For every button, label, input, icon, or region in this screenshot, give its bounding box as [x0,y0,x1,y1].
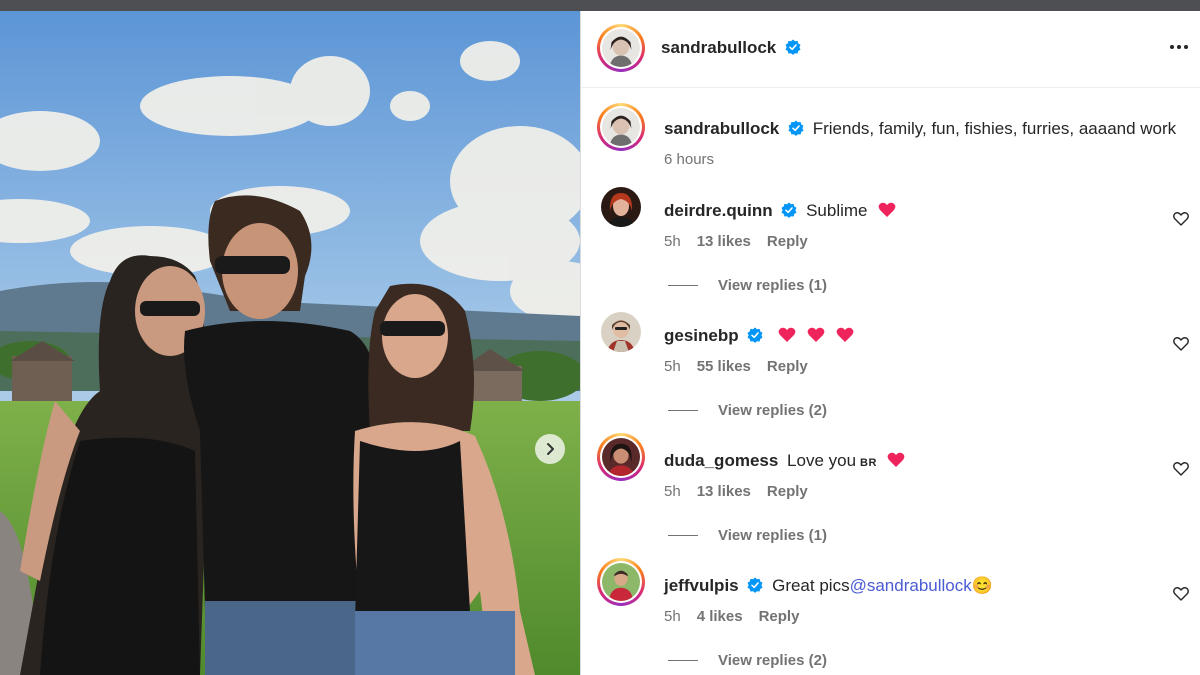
reply-button[interactable]: Reply [759,608,800,625]
replies-divider [668,285,698,286]
reply-button[interactable]: Reply [767,233,808,250]
post-photo-image [0,11,580,675]
comment-item: duda_gomess Love you BR 5h 13 likes Reply V… [581,433,1200,544]
comment-meta: 5h 4 likes Reply [664,608,815,625]
commenter-username[interactable]: jeffvulpis [664,576,739,595]
author-avatar[interactable] [597,24,645,72]
comment-line: gesinebp [664,326,854,346]
next-photo-button[interactable] [535,434,565,464]
verified-badge-icon [781,202,797,218]
commenter-username[interactable]: duda_gomess [664,451,778,470]
commenter-avatar[interactable] [597,433,645,481]
smile-emoji: 😊 [971,576,993,595]
heart-outline-icon[interactable] [1173,586,1189,602]
post-header-author: sandrabullock [661,38,801,58]
comment-time: 5h [664,233,681,250]
comment-meta: 5h 13 likes Reply [664,233,824,250]
view-replies-label: View replies (2) [718,652,827,669]
comment-time: 5h [664,608,681,625]
comments-panel: sandrabullock sandrabullock Friends, fam… [580,11,1200,675]
comment-time: 5h [664,358,681,375]
replies-divider [668,410,698,411]
commenter-username[interactable]: deirdre.quinn [664,201,773,220]
caption-username[interactable]: sandrabullock [664,119,779,138]
view-replies-button[interactable]: View replies (1) [668,277,827,294]
verified-badge-icon [747,577,763,593]
post-caption: sandrabullock Friends, family, fun, fish… [581,103,1200,168]
comment-text: Love you [787,451,857,470]
view-replies-label: View replies (1) [718,277,827,294]
comment-item: gesinebp 5h 55 likes Reply View replies (2… [581,312,1200,422]
view-replies-label: View replies (1) [718,527,827,544]
replies-divider [668,660,698,661]
replies-divider [668,535,698,536]
comment-likes[interactable]: 13 likes [697,483,751,500]
flag-emoji: BR [860,457,877,469]
heart-emoji-icon [878,202,896,217]
heart-emoji-icon [807,327,825,342]
caption-time: 6 hours [664,151,715,168]
view-replies-button[interactable]: View replies (1) [668,527,827,544]
caption-text: Friends, family, fun, fishies, furries, … [812,119,1177,138]
commenter-avatar[interactable] [601,312,641,352]
verified-badge-icon [747,327,763,343]
comment-item: jeffvulpis Great pics@sandrabullock😊 5h 4… [581,558,1200,669]
view-replies-button[interactable]: View replies (2) [668,402,827,419]
comment-likes[interactable]: 55 likes [697,358,751,375]
heart-outline-icon[interactable] [1173,461,1189,477]
post-header: sandrabullock [581,11,1200,88]
caption-line: sandrabullock Friends, family, fun, fish… [664,119,1176,139]
comment-line: deirdre.quinn Sublime [664,201,896,221]
commenter-avatar[interactable] [601,187,641,227]
more-options-icon[interactable] [1167,35,1191,59]
heart-emoji-icon [778,327,796,342]
comment-text: Sublime [806,201,868,220]
reply-button[interactable]: Reply [767,483,808,500]
heart-outline-icon[interactable] [1173,336,1189,352]
heart-outline-icon[interactable] [1173,211,1189,227]
comment-text: Great pics [772,576,850,595]
browser-top-bar [0,0,1200,11]
post-photo[interactable] [0,11,580,675]
comment-line: duda_gomess Love you BR [664,451,905,471]
author-username[interactable]: sandrabullock [661,38,776,57]
mention-link[interactable]: @sandrabullock [850,576,972,595]
comment-line: jeffvulpis Great pics@sandrabullock😊 [664,576,993,596]
verified-badge-icon [788,120,804,136]
commenter-username[interactable]: gesinebp [664,326,739,345]
view-replies-label: View replies (2) [718,402,827,419]
comment-likes[interactable]: 4 likes [697,608,743,625]
caption-author-avatar[interactable] [597,103,645,151]
comment-time: 5h [664,483,681,500]
chevron-right-icon [547,443,554,455]
heart-emoji-icon [887,452,905,467]
view-replies-button[interactable]: View replies (2) [668,652,827,669]
commenter-avatar[interactable] [597,558,645,606]
comment-meta: 5h 55 likes Reply [664,358,824,375]
comment-item: deirdre.quinn Sublime 5h 13 likes Reply Vi… [581,187,1200,297]
verified-badge-icon [785,39,801,55]
comment-meta: 5h 13 likes Reply [664,483,824,500]
reply-button[interactable]: Reply [767,358,808,375]
heart-emoji-icon [836,327,853,342]
comment-likes[interactable]: 13 likes [697,233,751,250]
